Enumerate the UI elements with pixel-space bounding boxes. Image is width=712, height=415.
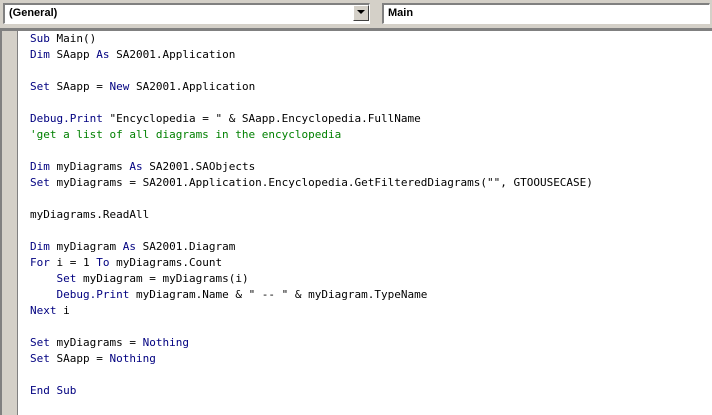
keyword-token: As bbox=[129, 160, 143, 173]
keyword-token: Set bbox=[56, 272, 77, 285]
code-line[interactable] bbox=[30, 95, 593, 111]
keyword-token: End Sub bbox=[30, 384, 77, 397]
chevron-down-icon bbox=[357, 10, 365, 14]
code-token: SAapp = bbox=[49, 352, 110, 365]
code-line[interactable]: Set myDiagrams = Nothing bbox=[30, 335, 593, 351]
code-line[interactable]: Set SAapp = Nothing bbox=[30, 351, 593, 367]
keyword-token: Sub bbox=[30, 32, 50, 45]
code-line[interactable] bbox=[30, 143, 593, 159]
keyword-token: Next bbox=[30, 304, 57, 317]
keyword-token: To bbox=[96, 256, 110, 269]
code-text[interactable]: Sub Main() Dim SAapp As SA2001.Applicatio… bbox=[30, 31, 593, 399]
code-token: SAapp = bbox=[49, 80, 110, 93]
code-token: myDiagrams = bbox=[49, 336, 143, 349]
code-token: SA2001.Application bbox=[129, 80, 256, 93]
keyword-token: Set bbox=[30, 352, 50, 365]
code-token: myDiagrams bbox=[49, 160, 130, 173]
code-line[interactable]: End Sub bbox=[30, 383, 593, 399]
code-line[interactable]: Next i bbox=[30, 303, 593, 319]
code-editor[interactable]: Sub Main() Dim SAapp As SA2001.Applicatio… bbox=[0, 29, 712, 415]
code-token: i bbox=[56, 304, 70, 317]
code-line[interactable]: Set myDiagram = myDiagrams(i) bbox=[30, 271, 593, 287]
keyword-token: Set bbox=[30, 80, 50, 93]
code-token: SAapp bbox=[49, 48, 97, 61]
object-combo-value: (General) bbox=[9, 7, 58, 19]
keyword-token: As bbox=[96, 48, 110, 61]
code-token: myDiagram bbox=[49, 240, 123, 253]
code-line[interactable]: Debug.Print myDiagram.Name & " -- " & my… bbox=[30, 287, 593, 303]
object-combo[interactable]: (General) bbox=[3, 3, 370, 24]
code-line[interactable]: Dim myDiagram As SA2001.Diagram bbox=[30, 239, 593, 255]
code-line[interactable]: Set myDiagrams = SA2001.Application.Ency… bbox=[30, 175, 593, 191]
code-line[interactable] bbox=[30, 223, 593, 239]
code-line[interactable]: myDiagrams.ReadAll bbox=[30, 207, 593, 223]
code-token: SA2001.Application bbox=[109, 48, 236, 61]
keyword-token: Debug.Print bbox=[56, 288, 130, 301]
code-line[interactable]: Set SAapp = New SA2001.Application bbox=[30, 79, 593, 95]
code-line[interactable] bbox=[30, 319, 593, 335]
comment-token: 'get a list of all diagrams in the encyc… bbox=[30, 128, 342, 141]
code-token: "Encyclopedia = " & SAapp.Encyclopedia.F… bbox=[102, 112, 421, 125]
code-line[interactable]: 'get a list of all diagrams in the encyc… bbox=[30, 127, 593, 143]
code-token: SA2001.SAObjects bbox=[142, 160, 256, 173]
code-token: SA2001.Diagram bbox=[135, 240, 236, 253]
keyword-token: New bbox=[109, 80, 130, 93]
code-line[interactable]: Sub Main() bbox=[30, 31, 593, 47]
code-token: Main() bbox=[49, 32, 97, 45]
procedure-combo[interactable]: Main bbox=[382, 3, 710, 24]
code-token: i = 1 bbox=[49, 256, 97, 269]
object-combo-dropdown-button[interactable] bbox=[353, 5, 369, 21]
code-line[interactable]: For i = 1 To myDiagrams.Count bbox=[30, 255, 593, 271]
keyword-token: Dim bbox=[30, 48, 50, 61]
code-token: myDiagrams.Count bbox=[109, 256, 223, 269]
code-line[interactable] bbox=[30, 367, 593, 383]
keyword-token: Set bbox=[30, 336, 50, 349]
keyword-token: Nothing bbox=[142, 336, 189, 349]
code-line[interactable] bbox=[30, 191, 593, 207]
keyword-token: Nothing bbox=[109, 352, 156, 365]
code-line[interactable]: Dim SAapp As SA2001.Application bbox=[30, 47, 593, 63]
code-line[interactable] bbox=[30, 63, 593, 79]
procedure-combo-value: Main bbox=[388, 7, 414, 19]
keyword-token: Debug.Print bbox=[30, 112, 103, 125]
code-token: myDiagrams = SA2001.Application.Encyclop… bbox=[49, 176, 593, 189]
keyword-token: For bbox=[30, 256, 50, 269]
code-token: myDiagrams.ReadAll bbox=[30, 208, 150, 221]
keyword-token: As bbox=[122, 240, 136, 253]
keyword-token: Set bbox=[30, 176, 50, 189]
indicator-margin[interactable] bbox=[2, 31, 18, 415]
code-window-toolbar: (General) Main bbox=[0, 0, 712, 29]
code-line[interactable]: Debug.Print "Encyclopedia = " & SAapp.En… bbox=[30, 111, 593, 127]
code-token: myDiagram.Name & " -- " & myDiagram.Type… bbox=[129, 288, 428, 301]
keyword-token: Dim bbox=[30, 240, 50, 253]
keyword-token: Dim bbox=[30, 160, 50, 173]
code-token: myDiagram = myDiagrams(i) bbox=[76, 272, 249, 285]
code-line[interactable]: Dim myDiagrams As SA2001.SAObjects bbox=[30, 159, 593, 175]
